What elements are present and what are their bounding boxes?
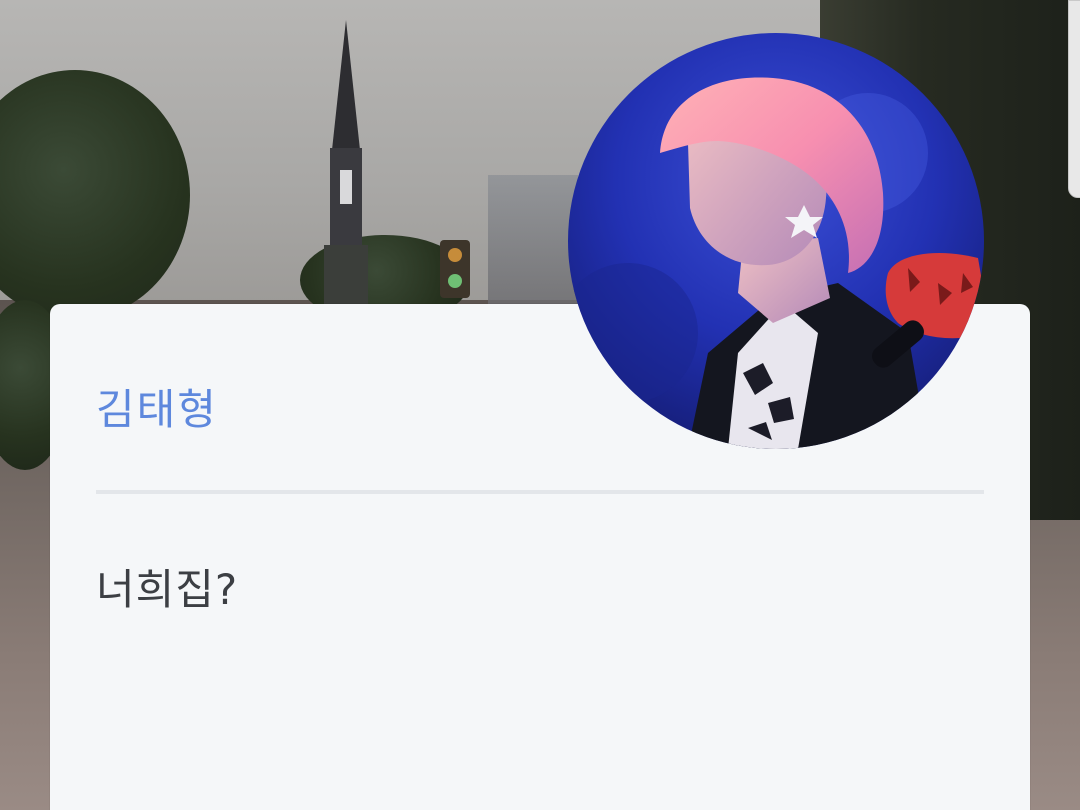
profile-photo — [568, 33, 984, 449]
background-steeple — [324, 20, 368, 310]
avatar[interactable] — [568, 33, 984, 449]
background-traffic-light — [440, 240, 470, 298]
scrollbar-thumb[interactable] — [1068, 0, 1080, 198]
background-building — [488, 175, 578, 305]
card-divider — [96, 490, 984, 494]
sender-name: 김태형 — [96, 385, 218, 434]
message-text: 너희집? — [96, 565, 239, 614]
